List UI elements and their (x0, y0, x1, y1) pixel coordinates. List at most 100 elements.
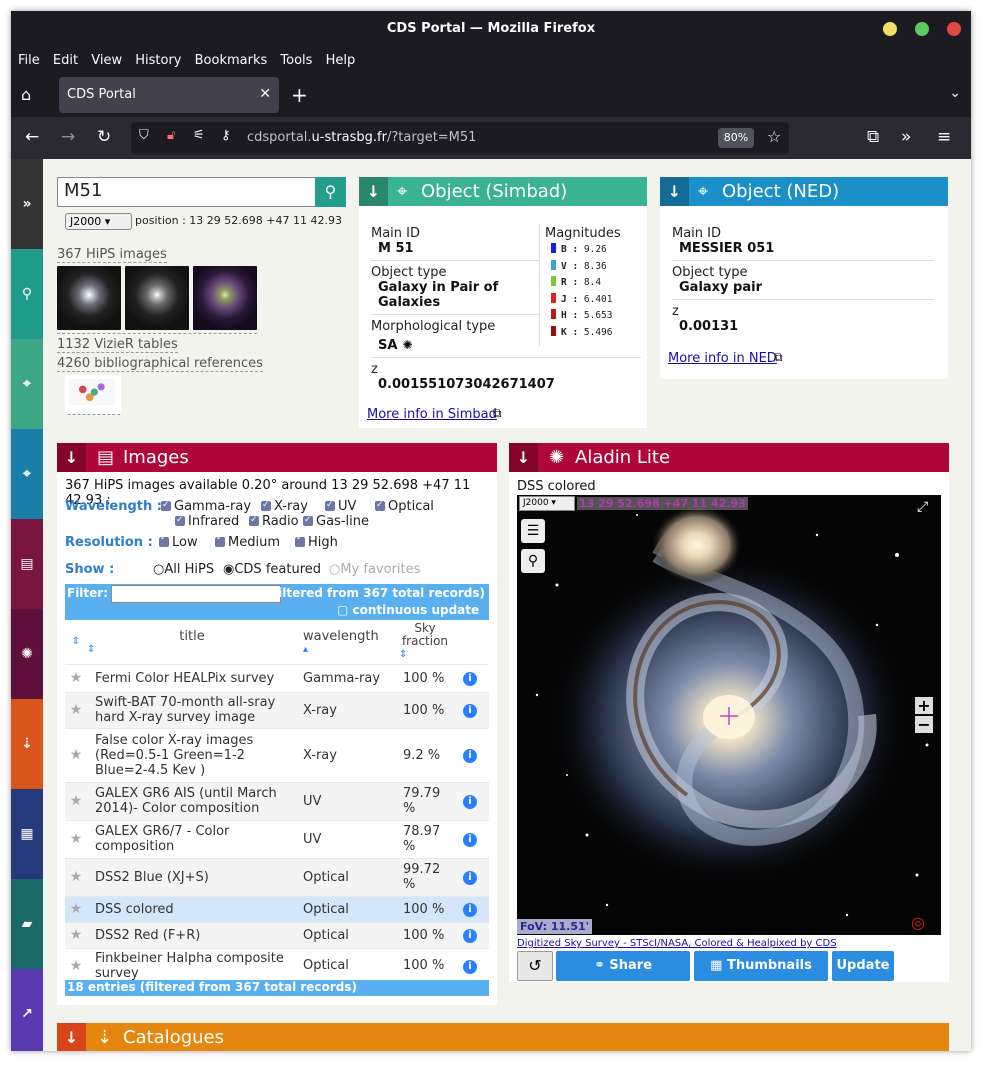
table-row[interactable]: ★ Finkbeiner Halpha composite survey Optic… (65, 948, 489, 984)
favorite-star-icon[interactable]: ★ (65, 782, 87, 821)
menu-tools[interactable]: Tools (273, 49, 312, 68)
survey-credit-link[interactable]: Digitized Sky Survey - STScI/NASA, Color… (517, 938, 837, 949)
sidebar-biblio-icon[interactable]: ▰ (11, 879, 43, 969)
simbad-panel-header[interactable]: ↓ ⌖ Object (Simbad) (359, 177, 647, 206)
zoom-level[interactable]: 80% (718, 128, 754, 148)
favorite-star-icon[interactable]: ★ (65, 664, 87, 693)
favorite-star-icon[interactable]: ★ (65, 692, 87, 729)
shield-icon[interactable]: ⛉ (139, 128, 149, 143)
tab-close-icon[interactable]: ✕ (259, 86, 271, 102)
res-high-checkbox[interactable]: High (295, 533, 338, 550)
menu-view[interactable]: View (84, 49, 122, 68)
info-icon[interactable]: i (463, 704, 477, 718)
chevron-down-icon[interactable]: ⌄ (949, 85, 961, 101)
favorite-star-icon[interactable]: ★ (65, 948, 87, 984)
ned-more-info-link[interactable]: More info in NED (668, 351, 777, 366)
bookmark-star-icon[interactable]: ☆ (767, 127, 781, 146)
sidebar-chart-icon[interactable]: ↗ (11, 969, 43, 1051)
home-icon[interactable]: ⌂ (21, 85, 31, 104)
menu-help[interactable]: Help (319, 49, 356, 68)
zoom-out-button[interactable]: − (915, 716, 933, 733)
collapse-arrow-icon[interactable]: ↓ (359, 177, 388, 206)
table-row[interactable]: ★ DSS colored Optical 100 % i (65, 896, 489, 923)
biblio-thumbnail[interactable] (65, 375, 121, 415)
favorite-star-icon[interactable]: ★ (65, 858, 87, 897)
search-button[interactable]: ⚲ (315, 177, 346, 207)
show-favorites-radio[interactable]: ○My favorites (329, 562, 420, 577)
sidebar-search-icon[interactable]: ⚲ (11, 249, 43, 339)
aladin-sky-view[interactable]: J2000 ▾ 13 29 52.698 +47 11 42.93 ☰ ⚲ ⤢ … (517, 495, 941, 935)
biblio-count-link[interactable]: 4260 bibliographical references (57, 356, 263, 372)
collapse-arrow-icon[interactable]: ↓ (660, 177, 689, 206)
url-text[interactable]: cdsportal.u-strasbg.fr/?target=M51 (247, 130, 476, 145)
update-button[interactable]: Update (832, 951, 894, 981)
sidebar-object-ned-icon[interactable]: ⌖ (11, 429, 43, 519)
url-bar[interactable]: ⛉ 🔓︎ ⚟ ⚷ cdsportal.u-strasbg.fr/?target=… (131, 122, 789, 154)
menu-bookmarks[interactable]: Bookmarks (188, 49, 268, 68)
search-input[interactable]: M51 (57, 177, 316, 207)
continuous-update-checkbox[interactable]: ▢ continuous update (337, 603, 479, 617)
wl-optical-checkbox[interactable]: Optical (375, 497, 434, 515)
images-panel-header[interactable]: ↓ ▤ Images (57, 443, 497, 472)
col-wavelength[interactable]: wavelength ▴ (297, 620, 399, 665)
aladin-logo-icon[interactable]: ◎ (911, 913, 925, 932)
aladin-panel-header[interactable]: ↓ ✺ Aladin Lite (509, 443, 949, 472)
res-medium-checkbox[interactable]: Medium (215, 533, 280, 550)
table-row[interactable]: ★ GALEX GR6/7 - Color composition UV 78.97 … (65, 820, 489, 859)
favorite-star-icon[interactable]: ★ (65, 922, 87, 949)
info-icon[interactable]: i (463, 959, 477, 974)
table-row[interactable]: ★ DSS2 Blue (XJ+S) Optical 99.72 % i (65, 858, 489, 897)
info-icon[interactable]: i (463, 903, 477, 917)
res-low-checkbox[interactable]: Low (159, 533, 198, 550)
key-icon[interactable]: ⚷ (221, 128, 231, 143)
collapse-arrow-icon[interactable]: ↓ (509, 443, 538, 472)
sidebar-tables-icon[interactable]: ▦ (11, 789, 43, 879)
zoom-in-button[interactable]: + (915, 697, 933, 714)
wl-gasline-checkbox[interactable]: Gas-line (303, 512, 369, 530)
menu-history[interactable]: History (128, 49, 181, 68)
wl-infrared-checkbox[interactable]: Infrared (175, 512, 239, 530)
collapse-arrow-icon[interactable]: ↓ (57, 443, 86, 472)
col-sky-fraction[interactable]: Sky fraction ⇕ (399, 620, 451, 665)
layers-icon[interactable]: ☰ (521, 519, 545, 543)
table-row[interactable]: ★ False color X-ray images (Red=0.5-1 Gre… (65, 728, 489, 783)
sidebar-aladin-icon[interactable]: ✺ (11, 609, 43, 699)
info-icon[interactable]: i (463, 672, 477, 686)
sort-icon[interactable]: ⇕ (65, 620, 87, 665)
maximize-button[interactable] (915, 22, 929, 36)
table-row[interactable]: ★ Swift-BAT 70-month all-sray hard X-ray … (65, 692, 489, 729)
vizier-count-link[interactable]: 1132 VizieR tables (57, 337, 178, 353)
wl-gamma-checkbox[interactable]: Gamma-ray (161, 497, 251, 515)
sidebar-images-icon[interactable]: ▤ (11, 519, 43, 609)
sidebar-expand-icon[interactable]: » (11, 159, 43, 249)
favorite-star-icon[interactable]: ★ (65, 728, 87, 783)
sidebar-object-simbad-icon[interactable]: ⌖ (11, 339, 43, 429)
wl-xray-checkbox[interactable]: X-ray (261, 497, 308, 515)
thumbnails-button[interactable]: ▦ Thumbnails (694, 951, 828, 981)
overflow-icon[interactable]: » (901, 127, 911, 147)
back-icon[interactable]: ← (25, 127, 39, 147)
aladin-frame-select[interactable]: J2000 ▾ (519, 496, 575, 511)
sidebar-catalogues-icon[interactable]: ⇣ (11, 699, 43, 789)
wl-uv-checkbox[interactable]: UV (325, 497, 356, 515)
search-icon[interactable]: ⚲ (521, 549, 545, 573)
share-button[interactable]: ⚭ Share (556, 951, 690, 981)
tab-cds-portal[interactable]: CDS Portal ✕ (59, 77, 279, 113)
info-icon[interactable]: i (463, 749, 477, 763)
close-button[interactable] (947, 22, 961, 36)
extensions-icon[interactable]: ⧉ (867, 127, 879, 147)
info-icon[interactable]: i (463, 795, 477, 809)
hips-thumbnail-3[interactable] (193, 266, 257, 330)
table-row[interactable]: ★ DSS2 Red (F+R) Optical 100 % i (65, 922, 489, 949)
menu-file[interactable]: File (11, 49, 40, 68)
minimize-button[interactable] (883, 22, 897, 36)
col-title[interactable]: title ⇕ (87, 620, 297, 665)
info-icon[interactable]: i (463, 833, 477, 847)
info-icon[interactable]: i (463, 929, 477, 943)
lock-icon[interactable]: 🔓︎ (167, 128, 175, 143)
favorite-star-icon[interactable]: ★ (65, 896, 87, 923)
simbad-more-info-link[interactable]: More info in Simbad (367, 407, 497, 422)
collapse-arrow-icon[interactable]: ↓ (57, 1023, 86, 1051)
hamburger-menu-icon[interactable]: ≡ (937, 127, 951, 147)
reload-icon[interactable]: ↻ (97, 127, 111, 147)
